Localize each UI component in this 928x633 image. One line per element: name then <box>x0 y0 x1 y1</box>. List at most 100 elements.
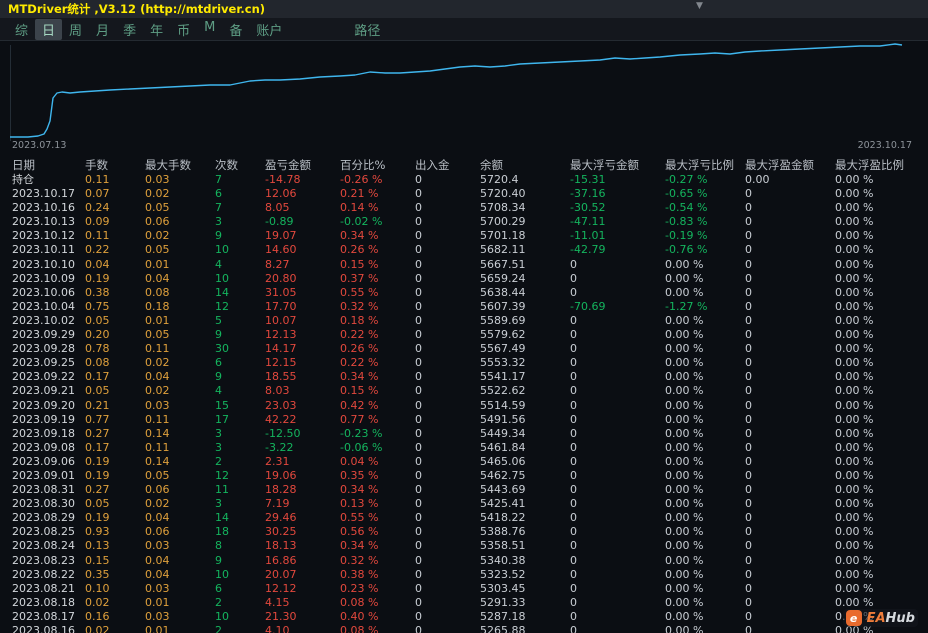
table-row[interactable]: 2023.08.21 0.10 0.03 6 12.12 0.23 % 0 5303.45 0 0… <box>0 582 928 596</box>
table-row[interactable]: 2023.10.06 0.38 0.08 14 31.05 0.55 % 0 5638.44 0… <box>0 286 928 300</box>
cell: 0 <box>570 539 577 553</box>
cell: 5708.34 <box>480 201 526 215</box>
table-row[interactable]: 2023.09.18 0.27 0.14 3 -12.50 -0.23 % 0 5449.34… <box>0 427 928 441</box>
cell: 4 <box>215 384 222 398</box>
chevron-down-icon[interactable]: ▼ <box>696 1 703 11</box>
table-row[interactable]: 2023.10.13 0.09 0.06 3 -0.89 -0.02 % 0 5700.29 -… <box>0 215 928 229</box>
column-header[interactable]: 最大浮盈比例 <box>835 157 928 173</box>
column-header[interactable]: 次数 <box>215 157 265 173</box>
cell: 20.80 <box>265 271 297 285</box>
menu-tab-2[interactable]: 日 <box>35 18 63 40</box>
table-row[interactable]: 2023.09.29 0.20 0.05 9 12.13 0.22 % 0 5579.62 0 0… <box>0 328 928 342</box>
cell: 6 <box>215 581 222 595</box>
cell: -42.79 <box>570 243 606 257</box>
cell: 0 <box>745 342 752 356</box>
table-row[interactable]: 2023.10.10 0.04 0.01 4 8.27 0.15 % 0 5667.51 0 0.… <box>0 258 928 272</box>
table-row[interactable]: 2023.08.25 0.93 0.06 18 30.25 0.56 % 0 5388.76 0… <box>0 525 928 539</box>
menu-tab-8[interactable]: M <box>197 19 222 40</box>
table-row[interactable]: 2023.09.28 0.78 0.11 30 14.17 0.26 % 0 5567.49 0… <box>0 342 928 356</box>
menu-tab-6[interactable]: 年 <box>143 19 170 40</box>
menu-tab-10[interactable]: 账户 <box>249 19 289 40</box>
column-header[interactable]: 余额 <box>480 157 570 173</box>
table-row[interactable]: 2023.08.31 0.27 0.06 11 18.28 0.34 % 0 5443.69 0… <box>0 483 928 497</box>
cell: 0.07 <box>85 187 110 201</box>
table-row[interactable]: 2023.08.29 0.19 0.04 14 29.46 0.55 % 0 5418.22 0… <box>0 511 928 525</box>
table-row[interactable]: 2023.10.09 0.19 0.04 10 20.80 0.37 % 0 5659.24 0… <box>0 272 928 286</box>
table-row[interactable]: 2023.09.25 0.08 0.02 6 12.15 0.22 % 0 5553.32 0 0… <box>0 356 928 370</box>
column-header[interactable]: 手数 <box>85 157 145 173</box>
menu-tab-1[interactable]: 综 <box>8 19 35 40</box>
column-header[interactable]: 出入金 <box>415 157 480 173</box>
cell: -0.27 % <box>665 173 708 186</box>
table-row[interactable]: 2023.09.19 0.77 0.11 17 42.22 0.77 % 0 5491.56 0… <box>0 413 928 427</box>
cell: 0.20 <box>85 328 110 342</box>
table-row[interactable]: 2023.10.04 0.75 0.18 12 17.70 0.32 % 0 5607.39 -… <box>0 300 928 314</box>
menu-tab-9[interactable]: 备 <box>222 19 249 40</box>
cell: 30.25 <box>265 525 297 539</box>
cell: 0 <box>745 370 752 384</box>
cell: 5491.56 <box>480 412 526 426</box>
cell: 0 <box>570 342 577 356</box>
cell: 2023.09.08 <box>12 440 75 454</box>
table-row[interactable]: 2023.09.22 0.17 0.04 9 18.55 0.34 % 0 5541.17 0 0… <box>0 370 928 384</box>
cell: 0.08 % <box>340 624 379 633</box>
cell: 0.00 % <box>665 483 704 497</box>
cell: 5 <box>215 313 222 327</box>
cell: 0.00 % <box>665 370 704 384</box>
table-row[interactable]: 2023.09.21 0.05 0.02 4 8.03 0.15 % 0 5522.62 0 0.… <box>0 384 928 398</box>
cell: -15.31 <box>570 173 606 186</box>
cell: 2023.10.10 <box>12 257 75 271</box>
menu-tab-path[interactable]: 路径 <box>347 19 387 40</box>
cell: 2023.10.16 <box>12 201 75 215</box>
table-row[interactable]: 2023.10.17 0.07 0.02 6 12.06 0.21 % 0 5720.40 -3… <box>0 187 928 201</box>
table-row[interactable]: 2023.10.12 0.11 0.02 9 19.07 0.34 % 0 5701.18 -1… <box>0 229 928 243</box>
table-row[interactable]: 2023.09.01 0.19 0.05 12 19.06 0.35 % 0 5462.75 0… <box>0 469 928 483</box>
table-row[interactable]: 2023.09.06 0.19 0.14 2 2.31 0.04 % 0 5465.06 0 0.… <box>0 455 928 469</box>
column-header[interactable]: 最大浮亏比例 <box>665 157 745 173</box>
table-row[interactable]: 2023.08.30 0.05 0.02 3 7.19 0.13 % 0 5425.41 0 0.… <box>0 497 928 511</box>
cell: 0.03 <box>145 398 170 412</box>
menu-tab-4[interactable]: 月 <box>89 19 116 40</box>
column-header[interactable]: 日期 <box>12 157 85 173</box>
cell: 12.15 <box>265 356 297 370</box>
table-row[interactable]: 2023.10.02 0.05 0.01 5 10.07 0.18 % 0 5589.69 0 0… <box>0 314 928 328</box>
cell: 8.27 <box>265 257 290 271</box>
cell: 0 <box>745 468 752 482</box>
cell: 0.06 <box>145 215 170 229</box>
menu-tab-3[interactable]: 周 <box>62 19 89 40</box>
cell: 0.03 <box>145 609 170 623</box>
table-row[interactable]: 2023.08.18 0.02 0.01 2 4.15 0.08 % 0 5291.33 0 0.… <box>0 596 928 610</box>
cell: 0.02 <box>85 624 110 633</box>
cell: 0.77 <box>85 412 110 426</box>
table-row[interactable]: 2023.09.08 0.17 0.11 3 -3.22 -0.06 % 0 5461.84 0… <box>0 441 928 455</box>
cell: 5589.69 <box>480 313 526 327</box>
cell: 0 <box>745 567 752 581</box>
cell: 12 <box>215 468 229 482</box>
table-row[interactable]: 2023.08.22 0.35 0.04 10 20.07 0.38 % 0 5323.52 0… <box>0 568 928 582</box>
cell: 0.01 <box>145 624 170 633</box>
cell: 0.15 % <box>340 384 379 398</box>
table-row[interactable]: 持仓 0.11 0.03 7 -14.78 -0.26 % 0 5720.4 -15.31 -0.… <box>0 173 928 187</box>
table-row[interactable]: 2023.09.20 0.21 0.03 15 23.03 0.42 % 0 5514.59 0… <box>0 399 928 413</box>
cell: 2023.10.12 <box>12 229 75 243</box>
column-header[interactable]: 盈亏金额 <box>265 157 340 173</box>
cell: 2023.08.31 <box>12 483 75 497</box>
column-header[interactable]: 最大浮亏金额 <box>570 157 665 173</box>
menu-tab-7[interactable]: 币 <box>170 19 197 40</box>
table-row[interactable]: 2023.10.11 0.22 0.05 10 14.60 0.26 % 0 5682.11 -… <box>0 243 928 257</box>
app-title: MTDriver统计 ,V3.12 (http://mtdriver.cn) <box>8 2 266 16</box>
table-row[interactable]: 2023.08.17 0.16 0.03 10 21.30 0.40 % 0 5287.18 0… <box>0 610 928 624</box>
cell: 17.70 <box>265 299 297 313</box>
cell: 0 <box>570 440 577 454</box>
cell: -0.23 % <box>340 426 383 440</box>
table-row[interactable]: 2023.10.16 0.24 0.05 7 8.05 0.14 % 0 5708.34 -30… <box>0 201 928 215</box>
table-row[interactable]: 2023.08.23 0.15 0.04 9 16.86 0.32 % 0 5340.38 0 0… <box>0 554 928 568</box>
table-row[interactable]: 2023.08.24 0.13 0.03 8 18.13 0.34 % 0 5358.51 0 0… <box>0 539 928 553</box>
column-header[interactable]: 最大手数 <box>145 157 215 173</box>
table-row[interactable]: 2023.08.16 0.02 0.01 2 4.10 0.08 % 0 5265.88 0 0.… <box>0 624 928 633</box>
cell: 0 <box>745 595 752 609</box>
column-header[interactable]: 最大浮盈金额 <box>745 157 835 173</box>
cell: 0.00 % <box>665 468 704 482</box>
column-header[interactable]: 百分比% <box>340 157 415 173</box>
menu-tab-5[interactable]: 季 <box>116 19 143 40</box>
